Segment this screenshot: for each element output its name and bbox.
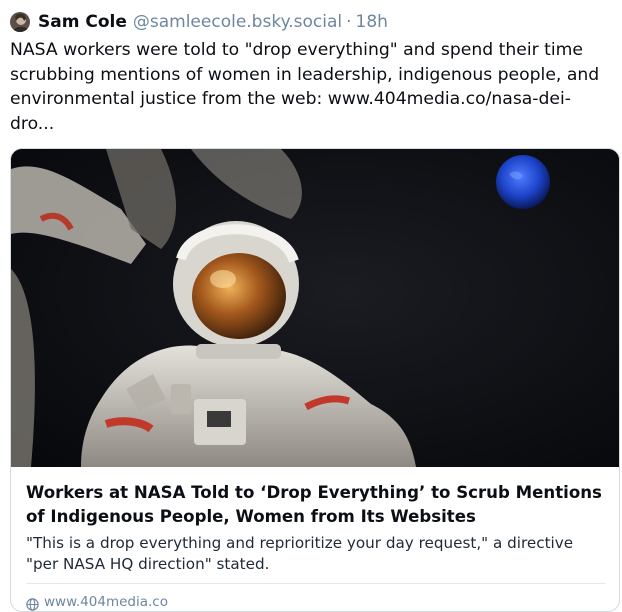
card-image[interactable]: [11, 149, 619, 467]
card-divider: [26, 583, 606, 584]
post-text: NASA workers were told to "drop everythi…: [10, 40, 600, 134]
post[interactable]: Sam Cole @samleecole.bsky.social · 18h N…: [0, 0, 622, 612]
author-name[interactable]: Sam Cole: [38, 12, 127, 32]
avatar[interactable]: [10, 12, 30, 32]
card-domain-row[interactable]: www.404media.co: [26, 593, 168, 611]
post-timestamp[interactable]: 18h: [356, 12, 388, 32]
link-card[interactable]: Workers at NASA Told to ‘Drop Everything…: [10, 148, 620, 612]
separator: ·: [346, 12, 352, 32]
card-domain[interactable]: www.404media.co: [44, 594, 168, 610]
author-handle[interactable]: @samleecole.bsky.social: [133, 12, 342, 32]
globe-icon: [26, 596, 39, 611]
post-header: Sam Cole @samleecole.bsky.social · 18h: [10, 10, 388, 34]
card-title[interactable]: Workers at NASA Told to ‘Drop Everything…: [26, 481, 610, 529]
card-description: "This is a drop everything and repriorit…: [26, 534, 574, 573]
